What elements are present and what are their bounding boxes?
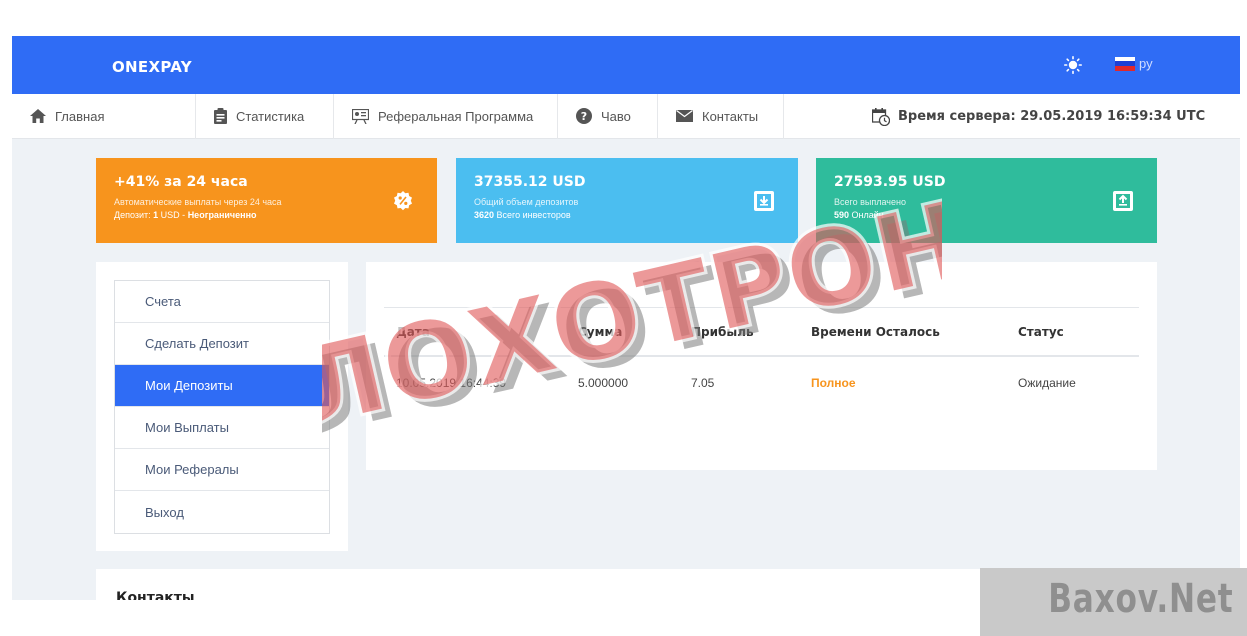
card-detail-value: 3620 <box>474 210 495 220</box>
card-detail-strong: Неограниченно <box>187 210 257 220</box>
sidebar-item-my-referrals[interactable]: Мои Рефералы <box>115 449 329 491</box>
sidebar-item-my-payouts[interactable]: Мои Выплаты <box>115 407 329 449</box>
card-detail: Депозит: 1 USD - Неограниченно <box>114 209 419 222</box>
screenshot-frame: ONEXPAY ру Главная Статистика Реферальна… <box>0 0 1247 636</box>
referral-icon <box>352 108 369 124</box>
sidebar-item-logout[interactable]: Выход <box>115 491 329 533</box>
server-time-label: Время сервера: 29.05.2019 16:59:34 UTC <box>898 109 1206 124</box>
column-header-status: Статус <box>1018 324 1064 339</box>
sidebar-item-my-deposits[interactable]: Мои Депозиты <box>115 365 329 407</box>
nav-item-referral[interactable]: Реферальная Программа <box>334 93 558 139</box>
cell-date: 10.05.2019 16:44:39 <box>396 376 507 390</box>
deposits-table: Дата Сумма Прибыль Времени Осталось Стат… <box>384 307 1139 409</box>
nav-label: Реферальная Программа <box>378 108 534 124</box>
sidebar-item-accounts[interactable]: Счета <box>115 281 329 323</box>
contacts-title: Контакты <box>116 590 195 600</box>
bonus-card: +41% за 24 часа Автоматические выплаты ч… <box>96 158 437 243</box>
page: ONEXPAY ру Главная Статистика Реферальна… <box>12 36 1240 600</box>
nav-label: Статистика <box>236 108 305 124</box>
download-box-icon <box>754 191 774 211</box>
card-subtitle: Автоматические выплаты через 24 часа <box>114 197 282 207</box>
card-subtitle: Общий объем депозитов <box>474 197 579 207</box>
card-detail-suffix: Всего инвесторов <box>494 210 571 220</box>
nav-label: Чаво <box>601 108 631 124</box>
main-nav: Главная Статистика Реферальная Программа… <box>12 93 1240 139</box>
home-icon <box>30 109 46 123</box>
logo-suffix: PAY <box>160 58 192 76</box>
nav-item-home[interactable]: Главная <box>12 93 196 139</box>
column-header-profit: Прибыль <box>691 324 754 339</box>
column-header-time-left: Времени Осталось <box>811 324 940 339</box>
nav-label: Контакты <box>702 108 759 124</box>
card-detail: 590 Онлайн <box>834 209 1139 222</box>
nav-label: Главная <box>55 108 105 124</box>
account-sidebar: Счета Сделать Депозит Мои Депозиты Мои В… <box>96 262 348 551</box>
nav-item-faq[interactable]: ? Чаво <box>558 93 658 139</box>
card-detail-prefix: Депозит: <box>114 210 154 220</box>
envelope-icon <box>676 110 693 122</box>
column-header-amount: Сумма <box>578 324 623 339</box>
card-detail-mid: USD - <box>158 210 188 220</box>
upload-box-icon <box>1113 191 1133 211</box>
sun-icon[interactable] <box>1064 56 1082 74</box>
logo-prefix: ONE <box>112 58 149 76</box>
deposits-panel: Дата Сумма Прибыль Времени Осталось Стат… <box>366 262 1157 470</box>
cell-status: Ожидание <box>1018 376 1076 390</box>
question-icon: ? <box>576 108 592 124</box>
payouts-card: 27593.95 USD Всего выплачено 590 Онлайн <box>816 158 1157 243</box>
deposits-card: 37355.12 USD Общий объем депозитов 3620 … <box>456 158 798 243</box>
top-bar: ONEXPAY ру <box>12 36 1240 94</box>
nav-item-statistics[interactable]: Статистика <box>196 93 334 139</box>
card-detail: 3620 Всего инвесторов <box>474 209 780 222</box>
russia-flag-icon <box>1115 56 1135 71</box>
card-title: 27593.95 USD <box>834 174 946 190</box>
cell-amount: 5.000000 <box>578 376 629 390</box>
table-header: Дата Сумма Прибыль Времени Осталось Стат… <box>384 307 1139 357</box>
language-label: ру <box>1139 56 1153 71</box>
card-detail-suffix: Онлайн <box>849 210 884 220</box>
clipboard-icon <box>214 108 227 124</box>
card-title: +41% за 24 часа <box>114 174 248 190</box>
logo-mark: X <box>148 58 161 76</box>
language-switcher[interactable]: ру <box>1115 56 1153 71</box>
calendar-clock-icon <box>872 107 890 126</box>
card-subtitle: Всего выплачено <box>834 197 906 207</box>
cell-profit: 7.05 <box>691 376 715 390</box>
site-watermark-text: Baxov.Net <box>1047 576 1233 622</box>
cell-time-left: Полное <box>811 376 856 390</box>
sidebar-item-make-deposit[interactable]: Сделать Депозит <box>115 323 329 365</box>
account-menu: Счета Сделать Депозит Мои Депозиты Мои В… <box>114 280 330 534</box>
column-header-date: Дата <box>396 324 430 339</box>
card-detail-value: 590 <box>834 210 850 220</box>
card-title: 37355.12 USD <box>474 174 586 190</box>
site-watermark: Baxov.Net <box>980 568 1247 636</box>
logo[interactable]: ONEXPAY <box>112 58 192 76</box>
svg-text:?: ? <box>581 110 587 123</box>
nav-item-contacts[interactable]: Контакты <box>658 93 784 139</box>
percent-badge-icon <box>394 191 412 211</box>
server-time: Время сервера: 29.05.2019 16:59:34 UTC <box>872 94 1205 139</box>
table-row: 10.05.2019 16:44:39 5.000000 7.05 Полное… <box>384 357 1139 409</box>
